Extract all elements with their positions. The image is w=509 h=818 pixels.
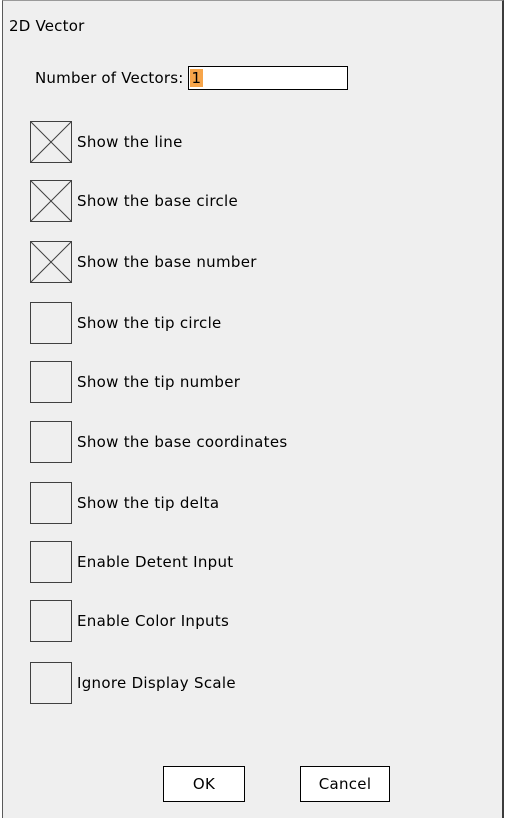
checkbox[interactable] — [30, 600, 72, 642]
option-enable-color-inputs[interactable]: Enable Color Inputs — [30, 600, 229, 642]
option-label: Show the base circle — [77, 192, 239, 210]
option-label: Show the tip circle — [77, 314, 222, 332]
option-show-base-number[interactable]: Show the base number — [30, 241, 257, 283]
checkbox[interactable] — [30, 421, 72, 463]
check-x-icon — [31, 181, 71, 221]
vectors-input[interactable]: 1 — [187, 66, 348, 90]
checkbox[interactable] — [30, 121, 72, 163]
ok-button[interactable]: OK — [163, 766, 245, 802]
check-x-icon — [31, 362, 71, 402]
check-x-icon — [31, 542, 71, 582]
option-enable-detent-input[interactable]: Enable Detent Input — [30, 541, 233, 583]
check-x-icon — [31, 242, 71, 282]
checkbox[interactable] — [30, 302, 72, 344]
vectors-row: Number of Vectors: 1 — [35, 65, 348, 91]
option-label: Show the line — [77, 133, 183, 151]
checkbox[interactable] — [30, 361, 72, 403]
option-show-tip-number[interactable]: Show the tip number — [30, 361, 240, 403]
vectors-value: 1 — [189, 69, 204, 87]
dialog-title: 2D Vector — [9, 17, 85, 35]
option-label: Show the tip number — [77, 373, 241, 391]
check-x-icon — [31, 483, 71, 523]
option-show-base-coordinates[interactable]: Show the base coordinates — [30, 421, 287, 463]
option-show-tip-delta[interactable]: Show the tip delta — [30, 482, 219, 524]
checkbox[interactable] — [30, 180, 72, 222]
option-label: Enable Color Inputs — [77, 612, 230, 630]
option-ignore-display-scale[interactable]: Ignore Display Scale — [30, 662, 236, 704]
check-x-icon — [31, 122, 71, 162]
cancel-button[interactable]: Cancel — [300, 766, 390, 802]
option-show-tip-circle[interactable]: Show the tip circle — [30, 302, 222, 344]
vector-dialog: 2D Vector Number of Vectors: 1 Show the … — [2, 0, 504, 818]
check-x-icon — [31, 663, 71, 703]
option-label: Ignore Display Scale — [77, 674, 236, 692]
option-show-base-circle[interactable]: Show the base circle — [30, 180, 238, 222]
check-x-icon — [31, 422, 71, 462]
checkbox[interactable] — [30, 662, 72, 704]
option-label: Enable Detent Input — [77, 553, 234, 571]
checkbox[interactable] — [30, 241, 72, 283]
check-x-icon — [31, 303, 71, 343]
checkbox[interactable] — [30, 482, 72, 524]
option-label: Show the base coordinates — [77, 433, 288, 451]
checkbox[interactable] — [30, 541, 72, 583]
option-label: Show the base number — [77, 253, 257, 271]
option-show-line[interactable]: Show the line — [30, 121, 183, 163]
check-x-icon — [31, 601, 71, 641]
vectors-label: Number of Vectors: — [35, 69, 184, 87]
option-label: Show the tip delta — [77, 494, 220, 512]
